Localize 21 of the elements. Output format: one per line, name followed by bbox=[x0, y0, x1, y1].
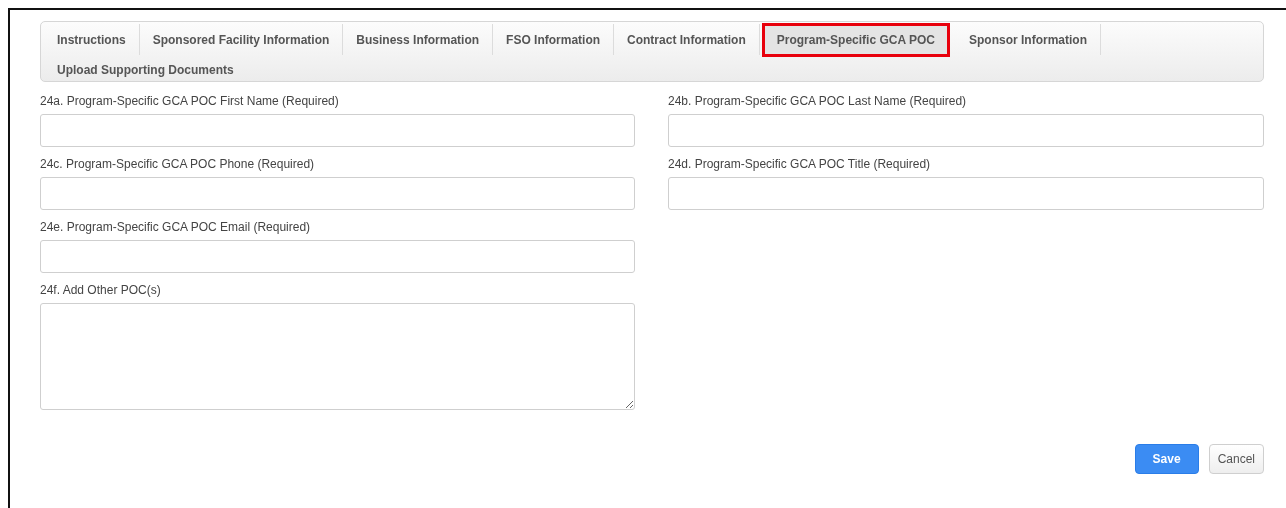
tab[interactable]: Business Information bbox=[343, 24, 494, 55]
tab[interactable]: Program-Specific GCA POC bbox=[763, 25, 948, 55]
text-area[interactable] bbox=[40, 303, 635, 410]
input-field[interactable] bbox=[40, 240, 635, 273]
tab[interactable]: Instructions bbox=[44, 24, 140, 55]
tab[interactable]: Contract Information bbox=[614, 24, 760, 55]
tab[interactable]: FSO Information bbox=[493, 24, 615, 55]
field-label: 24b. Program-Specific GCA POC Last Name (Required) bbox=[668, 94, 968, 108]
input-field[interactable] bbox=[668, 114, 1264, 147]
tab[interactable]: Sponsored Facility Information bbox=[139, 24, 344, 55]
tab[interactable]: Upload Supporting Documents bbox=[44, 55, 247, 85]
field-label: 24c. Program-Specific GCA POC Phone (Required) bbox=[40, 157, 316, 171]
input-field[interactable] bbox=[668, 177, 1264, 210]
cancel-button[interactable]: Cancel bbox=[1208, 444, 1264, 474]
field-label: 24a. Program-Specific GCA POC First Name (Required) bbox=[40, 94, 340, 108]
tab[interactable]: Sponsor Information bbox=[956, 24, 1101, 55]
input-field[interactable] bbox=[40, 114, 635, 147]
field-label: 24d. Program-Specific GCA POC Title (Required) bbox=[668, 157, 932, 171]
input-field[interactable] bbox=[40, 177, 635, 210]
field-label: 24e. Program-Specific GCA POC Email (Required) bbox=[40, 220, 312, 234]
field-label: 24f. Add Other POC(s) bbox=[40, 283, 162, 297]
